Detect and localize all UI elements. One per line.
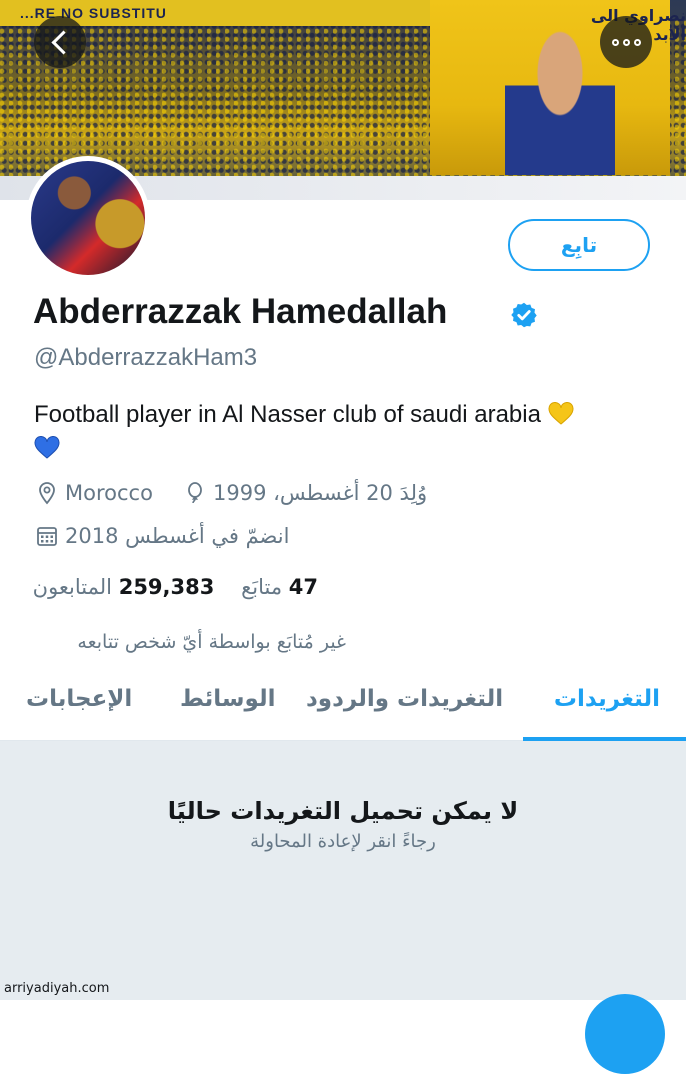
verified-badge-icon xyxy=(511,302,537,328)
feed-retry-hint[interactable]: رجاءً انقر لإعادة المحاولة xyxy=(0,831,686,852)
profile-stats: 47 متابَع 259,383 المتابعون xyxy=(33,575,318,599)
joined-text: انضمّ في أغسطس 2018 xyxy=(65,524,290,548)
bio-text: Football player in Al Nasser club of sau… xyxy=(34,401,541,428)
location-text: Morocco xyxy=(65,481,153,505)
following-stat[interactable]: 47 متابَع xyxy=(241,575,318,599)
location-pin-icon xyxy=(39,482,55,505)
follow-button[interactable]: تابِع xyxy=(508,219,650,271)
more-options-icon xyxy=(611,38,641,46)
yellow-heart-icon xyxy=(548,402,574,425)
back-button[interactable] xyxy=(34,16,86,68)
profile-joined: انضمّ في أغسطس 2018 xyxy=(35,524,289,548)
profile-birthdate: وُلِدَ 20 أغسطس، 1999 xyxy=(183,481,427,505)
profile-tabs: التغريدات التغريدات والردود الوسائط الإع… xyxy=(0,682,686,741)
feed-error-title: لا يمكن تحميل التغريدات حاليًا xyxy=(167,797,519,825)
followers-count: 259,383 xyxy=(118,575,215,599)
avatar[interactable] xyxy=(26,156,150,280)
profile-handle: @AbderrazzakHam3 xyxy=(34,344,258,371)
tab-media[interactable]: الوسائط xyxy=(180,686,275,712)
watermark: arriyadiyah.com xyxy=(4,981,110,996)
profile-location: Morocco xyxy=(35,481,153,505)
blue-heart-icon xyxy=(34,436,60,459)
followers-stat[interactable]: 259,383 المتابعون xyxy=(33,575,215,599)
tab-tweets[interactable]: التغريدات xyxy=(554,686,660,712)
back-chevron-icon xyxy=(50,29,76,55)
more-options-button[interactable] xyxy=(600,16,652,68)
profile-bio: Football player in Al Nasser club of sau… xyxy=(34,398,654,466)
tab-tweets-and-replies[interactable]: التغريدات والردود xyxy=(306,686,503,712)
followers-label: المتابعون xyxy=(32,575,113,599)
profile-name: Abderrazzak Hamedallah xyxy=(33,292,448,331)
compose-tweet-button[interactable] xyxy=(585,994,665,1074)
calendar-icon xyxy=(37,527,57,546)
following-count: 47 xyxy=(288,575,318,599)
balloon-icon xyxy=(188,482,202,504)
not-followed-by-anyone-text: غير مُتابَع بواسطة أيّ شخص تتابعه xyxy=(77,631,346,653)
birthdate-text: وُلِدَ 20 أغسطس، 1999 xyxy=(213,481,428,505)
tweet-feed[interactable]: لا يمكن تحميل التغريدات حاليًا رجاءً انق… xyxy=(0,741,686,1000)
banner-stripe-text: ...RE NO SUBSTITU xyxy=(20,5,167,21)
following-label: متابَع xyxy=(241,575,283,599)
banner-tifo-figure xyxy=(505,30,615,175)
tab-likes[interactable]: الإعجابات xyxy=(26,686,132,712)
